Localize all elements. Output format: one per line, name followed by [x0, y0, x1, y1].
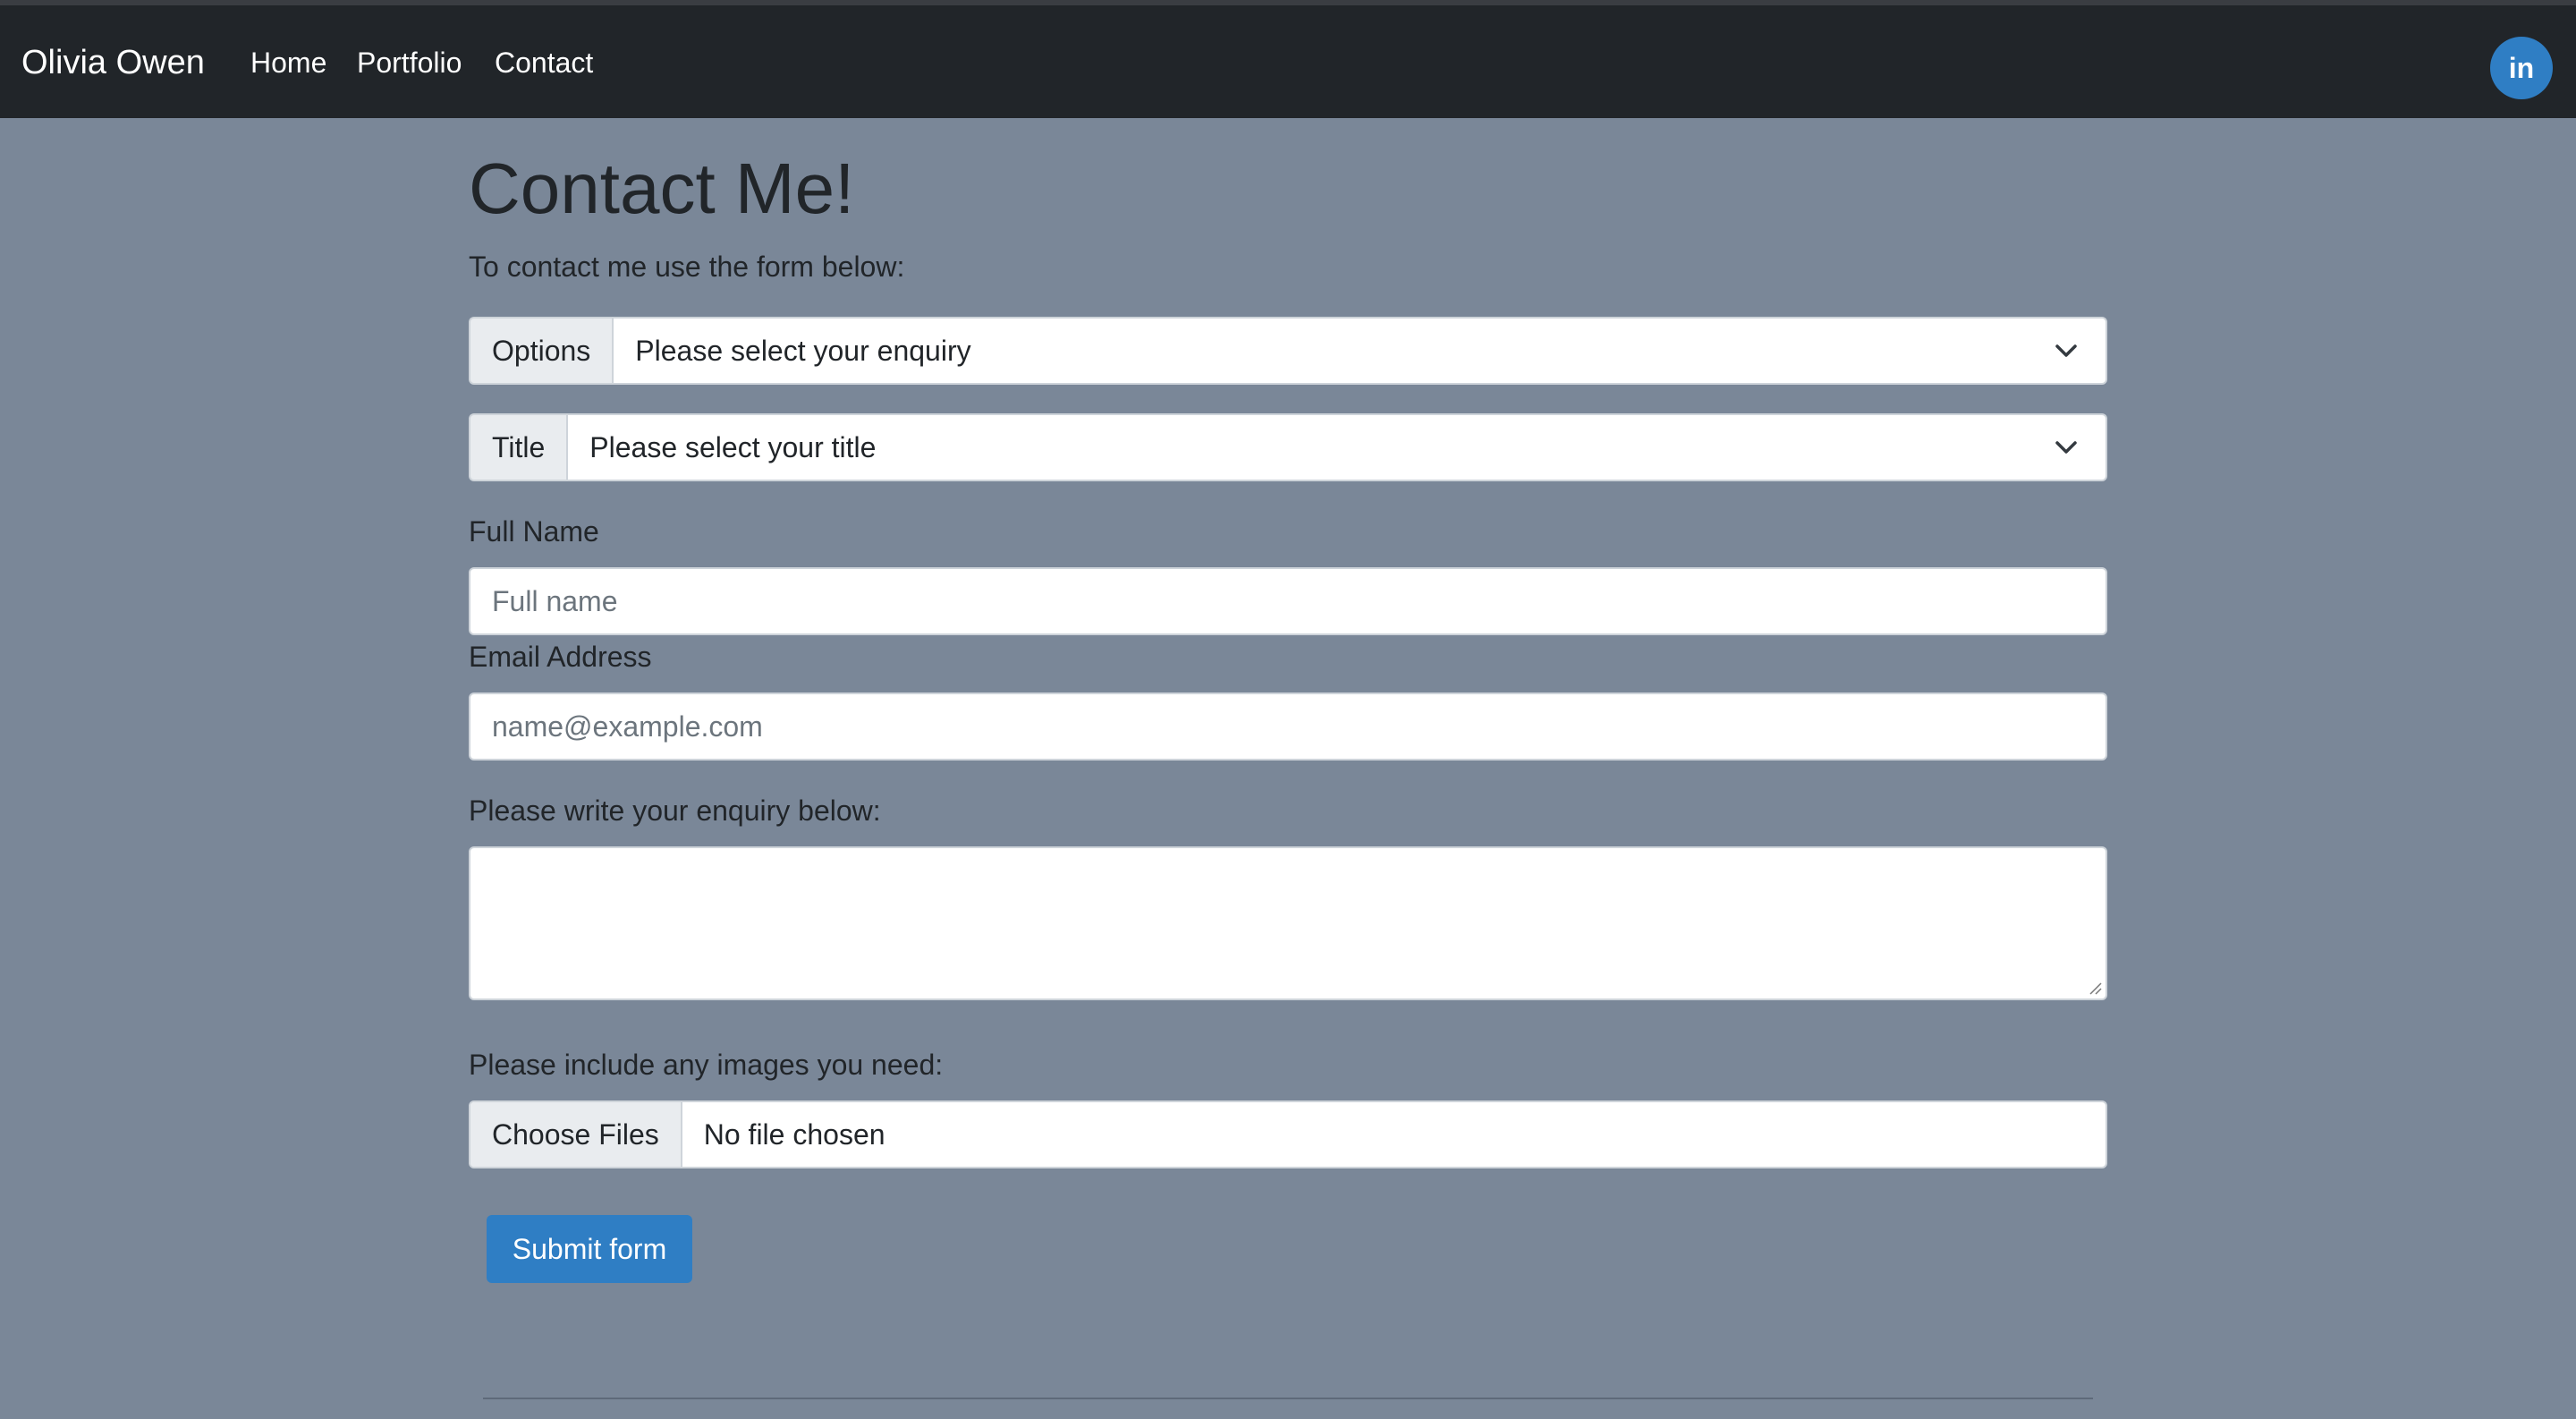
email-label: Email Address [469, 641, 652, 673]
brand-link[interactable]: Olivia Owen [21, 41, 205, 84]
chevron-down-icon [2055, 441, 2077, 454]
file-status-text: No file chosen [703, 1118, 886, 1151]
full-name-label: Full Name [469, 515, 599, 548]
nav-link-portfolio[interactable]: Portfolio [357, 45, 462, 81]
enquiry-textarea[interactable] [469, 846, 2107, 1000]
file-input[interactable]: Choose Files No file chosen [469, 1100, 2107, 1168]
nav-link-contact[interactable]: Contact [495, 45, 593, 81]
intro-text: To contact me use the form below: [469, 251, 905, 283]
footer-divider [483, 1398, 2093, 1399]
options-addon: Options [469, 317, 613, 385]
enquiry-select[interactable]: Please select your enquiry [612, 317, 2107, 385]
linkedin-icon[interactable]: in [2490, 37, 2553, 99]
navbar: Olivia Owen Home Portfolio Contact in [0, 5, 2576, 118]
nav-link-home[interactable]: Home [250, 45, 326, 81]
images-label: Please include any images you need: [469, 1049, 944, 1081]
chevron-down-icon [2055, 344, 2077, 357]
email-input[interactable] [469, 693, 2107, 760]
enquiry-select-value: Please select your enquiry [635, 335, 971, 367]
title-select[interactable]: Please select your title [566, 413, 2107, 481]
choose-files-button[interactable]: Choose Files [470, 1102, 682, 1167]
title-select-value: Please select your title [589, 431, 877, 463]
page-title: Contact Me! [469, 149, 855, 228]
full-name-input[interactable] [469, 567, 2107, 635]
submit-form-button[interactable]: Submit form [487, 1215, 692, 1283]
title-addon: Title [469, 413, 567, 481]
enquiry-label: Please write your enquiry below: [469, 794, 881, 827]
resize-grip-icon[interactable] [2088, 981, 2102, 995]
options-input-group: Options Please select your enquiry [469, 317, 2107, 385]
title-input-group: Title Please select your title [469, 413, 2107, 481]
